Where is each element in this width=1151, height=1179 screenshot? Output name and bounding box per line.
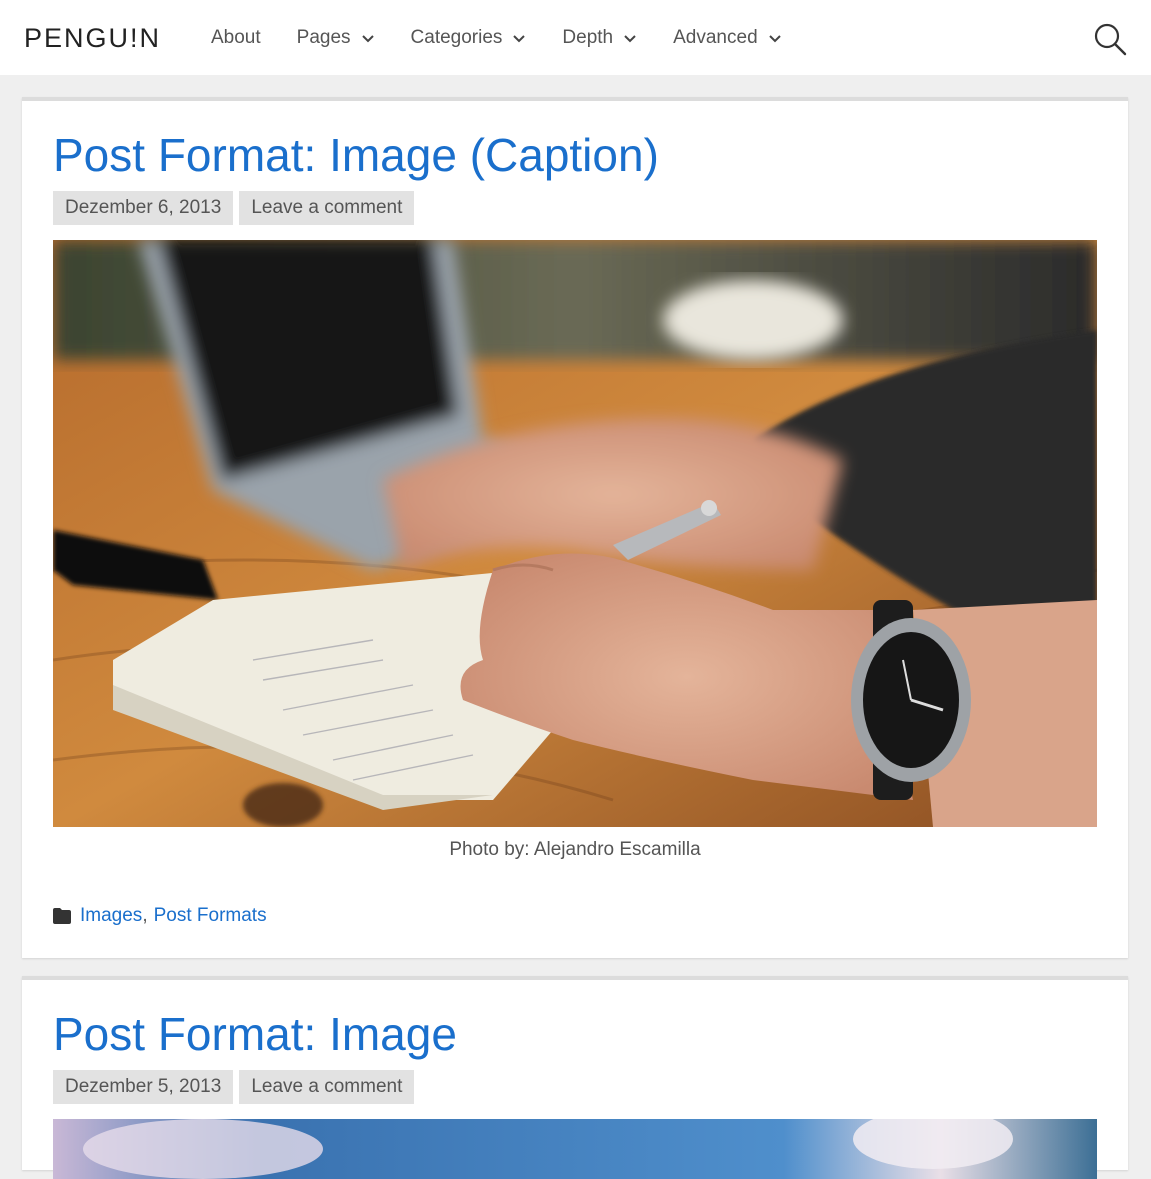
nav-item-label: Advanced (673, 27, 758, 48)
nav-item-pages[interactable]: Pages (297, 24, 375, 52)
post-meta: Dezember 6, 2013 Leave a comment (53, 191, 420, 225)
post-card: Post Format: Image Dezember 5, 2013 Leav… (22, 976, 1128, 1179)
leave-comment-link[interactable]: Leave a comment (239, 1070, 415, 1104)
nav-item-label: About (211, 27, 261, 48)
post-date[interactable]: Dezember 6, 2013 (53, 191, 234, 225)
post-title[interactable]: Post Format: Image (Caption) (53, 127, 659, 183)
site-header: PENGU!N About Pages Categories Depth Adv… (0, 0, 1151, 75)
search-icon[interactable] (1093, 22, 1127, 56)
post-date[interactable]: Dezember 5, 2013 (53, 1070, 234, 1104)
nav-item-label: Depth (562, 27, 614, 48)
chevron-down-icon (513, 35, 526, 43)
image-caption: Photo by: Alejandro Escamilla (449, 839, 701, 860)
nav-item-categories[interactable]: Categories (411, 24, 527, 52)
category-link-post-formats[interactable]: Post Formats (154, 905, 267, 927)
chevron-down-icon (624, 35, 636, 43)
post-image[interactable] (53, 240, 1097, 827)
post-title[interactable]: Post Format: Image (53, 1006, 457, 1062)
chevron-down-icon (361, 35, 374, 43)
leave-comment-link[interactable]: Leave a comment (239, 191, 415, 225)
nav-item-advanced[interactable]: Advanced (673, 24, 782, 52)
nav-item-label: Categories (410, 27, 503, 48)
chevron-down-icon (768, 35, 781, 43)
post-categories: Images , Post Formats (53, 905, 267, 927)
site-logo[interactable]: PENGU!N (24, 20, 161, 56)
post-image[interactable] (53, 1119, 1097, 1179)
folder-icon (53, 908, 71, 924)
post-meta: Dezember 5, 2013 Leave a comment (53, 1070, 420, 1104)
nav-item-depth[interactable]: Depth (562, 24, 637, 52)
main-nav: About Pages Categories Depth Advanced (211, 24, 818, 52)
category-link-images[interactable]: Images (80, 905, 142, 927)
post-card: Post Format: Image (Caption) Dezember 6,… (22, 97, 1128, 958)
nav-item-about[interactable]: About (211, 24, 261, 52)
category-separator: , (142, 905, 148, 926)
nav-item-label: Pages (296, 27, 351, 48)
